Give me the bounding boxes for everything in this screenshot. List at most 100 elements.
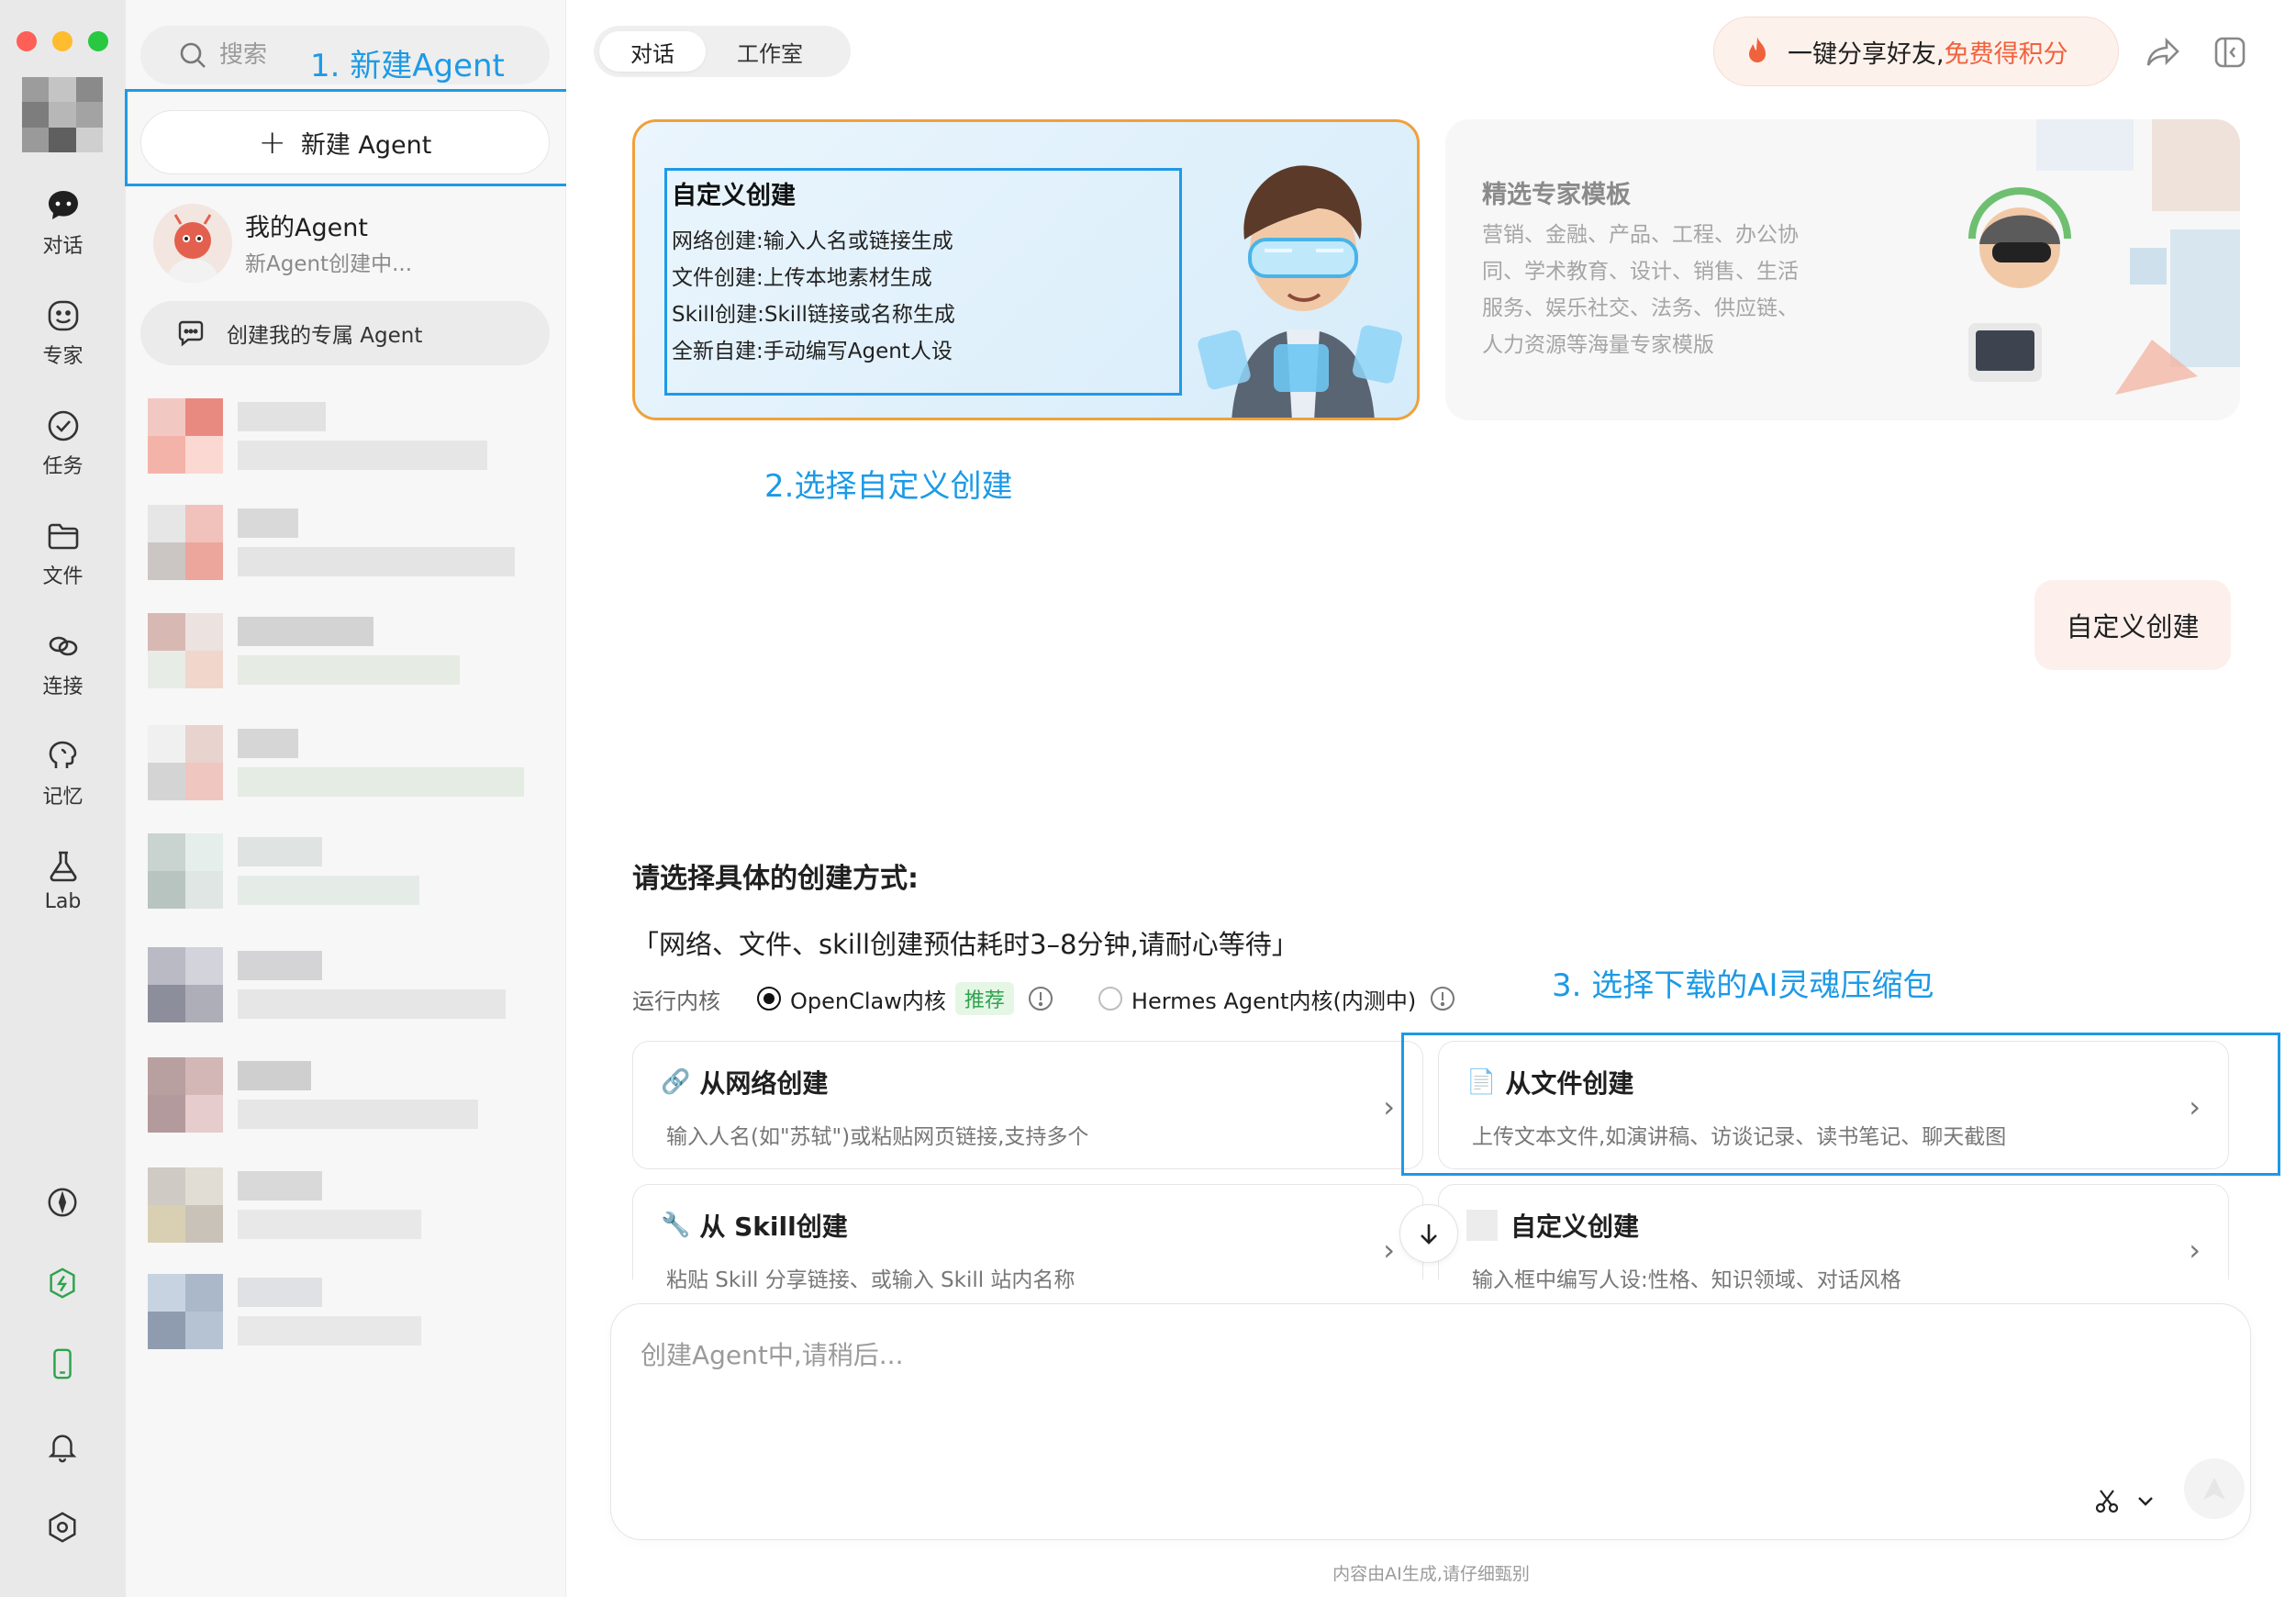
link-icon: 🔗 [661, 1068, 691, 1096]
hermes-radio[interactable] [1098, 987, 1122, 1011]
create-from-web-option[interactable]: 🔗 从网络创建 输入人名(如"苏轼")或粘贴网页链接,支持多个 › [632, 1041, 1423, 1169]
step2-annotation: 2.选择自定义创建 [764, 468, 1013, 505]
option-title: 从文件创建 [1505, 1068, 1634, 1099]
window-zoom-button[interactable] [88, 31, 108, 51]
chevron-right-icon: › [2189, 1089, 2201, 1124]
hermes-label[interactable]: Hermes Agent内核(内测中) [1131, 983, 1416, 1015]
conversation-thumbnail [148, 613, 223, 688]
message-input[interactable] [641, 1335, 2109, 1390]
chat-bubble-icon [178, 320, 204, 347]
arrow-down-icon [1421, 1224, 1437, 1245]
window-minimize-button[interactable] [52, 31, 72, 51]
step3-annotation: 3. 选择下载的AI灵魂压缩包 [1552, 967, 1934, 1004]
info-icon[interactable] [1027, 985, 1054, 1012]
kernel-selector: 运行内核 OpenClaw内核 推荐 Hermes Agent内核(内测中) [632, 980, 1456, 1017]
create-from-skill-option[interactable]: 🔧 从 Skill创建 粘贴 Skill 分享链接、或输入 Skill 站内名称 … [632, 1184, 1423, 1292]
nav-label: Lab [44, 890, 82, 913]
document-icon: 📄 [1466, 1068, 1497, 1096]
settings-icon [49, 1512, 76, 1543]
conversation-thumbnail [148, 505, 223, 580]
create-from-file-option[interactable]: 📄 从文件创建 上传文本文件,如演讲稿、访谈记录、读书笔记、聊天截图 › [1438, 1041, 2229, 1169]
openclaw-label[interactable]: OpenClaw内核 [790, 983, 946, 1015]
toggle-panel-button[interactable] [2209, 31, 2251, 73]
conversation-item[interactable] [148, 833, 552, 909]
sidebar: + 新建 Agent 我的Agent 新Agent创建中... 创建我的专属 A… [126, 0, 566, 1597]
custom-card-title: 自定义创建 [672, 182, 796, 210]
nav-connect[interactable]: 连接 [0, 628, 126, 720]
cut-tool-button[interactable] [2087, 1480, 2127, 1521]
create-own-agent-button[interactable]: 创建我的专属 Agent [140, 301, 550, 365]
conversation-item[interactable] [148, 725, 552, 800]
new-agent-label: 新建 Agent [300, 130, 432, 160]
custom-card-line: 网络创建:输入人名或链接生成 [672, 229, 953, 253]
tab-studio[interactable]: 工作室 [706, 31, 834, 72]
nav-lab[interactable]: Lab [0, 848, 126, 940]
check-circle-icon [48, 410, 78, 441]
custom-card-line: 全新自建:手动编写Agent人设 [672, 340, 953, 363]
message-composer [610, 1303, 2251, 1540]
chevron-right-icon: › [1383, 1089, 1395, 1124]
tool-dropdown-button[interactable] [2125, 1480, 2166, 1521]
expert-collage-illustration [1968, 119, 2240, 395]
bell-icon [48, 1435, 77, 1463]
conversation-item[interactable] [148, 505, 552, 580]
nav-tasks[interactable]: 任务 [0, 408, 126, 499]
option-desc: 输入框中编写人设:性格、知识领域、对话风格 [1472, 1268, 1901, 1292]
option-title: 自定义创建 [1510, 1212, 1640, 1242]
conversation-item[interactable] [148, 1274, 552, 1349]
send-arrow-icon [2203, 1478, 2225, 1500]
notifications-button[interactable] [40, 1424, 84, 1469]
share-highlight: 免费得积分 [1944, 39, 2068, 69]
phone-button[interactable] [40, 1342, 84, 1386]
conversation-thumbnail [148, 833, 223, 909]
flask-icon [50, 851, 76, 882]
new-agent-button[interactable]: + 新建 Agent [140, 110, 550, 174]
share-text: 一键分享好友, [1788, 39, 1945, 69]
main-panel: 对话 工作室 一键分享好友, 免费得积分 自定义创建 网络创建:输入人名或链接生… [566, 0, 2296, 1597]
scroll-to-bottom-button[interactable] [1399, 1204, 1458, 1263]
nav-experts[interactable]: 专家 [0, 297, 126, 389]
nav-label: 专家 [42, 345, 84, 368]
openclaw-radio[interactable] [757, 987, 781, 1011]
custom-create-option[interactable]: 自定义创建 输入框中编写人设:性格、知识领域、对话风格 › [1438, 1184, 2229, 1292]
sidebar-panel-icon [2214, 37, 2246, 68]
expert-card-desc: 营销、金融、产品、工程、办公协同、学术教育、设计、销售、生活服务、娱乐社交、法务… [1482, 223, 1799, 357]
expert-template-card[interactable]: 精选专家模板 营销、金融、产品、工程、办公协同、学术教育、设计、销售、生活服务、… [1445, 119, 2240, 420]
send-button[interactable] [2184, 1458, 2245, 1519]
agent-status: 新Agent创建中... [245, 252, 413, 276]
share-button[interactable] [2143, 31, 2185, 73]
creation-method-title: 请选择具体的创建方式: [632, 863, 919, 895]
custom-create-card[interactable]: 自定义创建 网络创建:输入人名或链接生成 文件创建:上传本地素材生成 Skill… [632, 119, 1420, 420]
conversation-item[interactable] [148, 1057, 552, 1133]
wallet-button[interactable] [40, 1261, 84, 1305]
smiley-icon [48, 300, 78, 331]
blank-icon [1466, 1210, 1498, 1241]
window-close-button[interactable] [17, 31, 37, 51]
left-rail: 对话 专家 任务 文件 连接 记忆 Lab [0, 0, 126, 1597]
share-arrow-icon [2146, 37, 2179, 66]
nav-chat[interactable]: 对话 [0, 187, 126, 279]
robot-mascot-illustration [1198, 165, 1403, 418]
phone-icon [53, 1348, 72, 1379]
link-icon [49, 636, 77, 656]
compass-button[interactable] [40, 1180, 84, 1224]
settings-button[interactable] [40, 1505, 84, 1549]
nav-memory[interactable]: 记忆 [0, 738, 126, 830]
nav-files[interactable]: 文件 [0, 518, 126, 609]
nav-label: 任务 [42, 455, 84, 478]
tab-chat[interactable]: 对话 [599, 31, 706, 72]
compass-icon [48, 1188, 77, 1217]
share-reward-button[interactable]: 一键分享好友, 免费得积分 [1713, 17, 2119, 86]
plus-icon: + [258, 123, 286, 162]
brain-icon [49, 741, 76, 768]
user-avatar[interactable] [22, 77, 103, 152]
conversation-item[interactable] [148, 1167, 552, 1243]
my-agent-item[interactable]: 我的Agent 新Agent创建中... [153, 202, 557, 285]
conversation-item[interactable] [148, 947, 552, 1022]
option-desc: 粘贴 Skill 分享链接、或输入 Skill 站内名称 [666, 1268, 1076, 1292]
ai-disclaimer: 内容由AI生成,请仔细甄别 [1332, 1564, 1530, 1584]
user-message-bubble: 自定义创建 [2034, 580, 2231, 670]
info-icon[interactable] [1429, 985, 1456, 1012]
conversation-item[interactable] [148, 613, 552, 688]
conversation-item[interactable] [148, 398, 552, 474]
